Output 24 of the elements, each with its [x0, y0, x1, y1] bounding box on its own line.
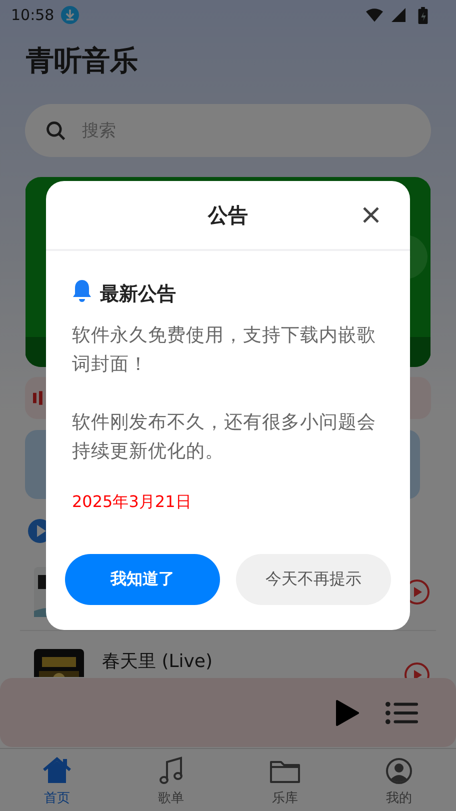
playlist-icon[interactable] — [385, 700, 418, 724]
announcement-date: 2025年3月21日 — [72, 492, 192, 513]
song-title: 春天里 (Live) — [102, 650, 214, 673]
status-time: 10:58 — [11, 6, 54, 24]
profile-icon — [383, 755, 415, 787]
close-icon — [362, 206, 380, 224]
announcement-text: 软件刚发布不久，还有很多小问题会持续更新优化的。 — [72, 411, 377, 464]
close-button[interactable] — [362, 206, 380, 224]
dialog-title: 公告 — [208, 202, 248, 228]
wifi-icon — [366, 8, 383, 22]
download-icon — [61, 6, 80, 24]
dismiss-button[interactable]: 今天不再提示 — [236, 554, 391, 605]
nav-tab[interactable]: 我的 — [342, 749, 456, 811]
nav-tab[interactable]: 乐库 — [228, 749, 342, 811]
nav-tab[interactable]: 歌单 — [114, 749, 228, 811]
section-heading: 最新公告 — [100, 282, 176, 307]
nav-tab[interactable]: 首页 — [0, 749, 114, 811]
battery-icon — [418, 6, 428, 24]
confirm-button[interactable]: 我知道了 — [65, 554, 220, 605]
bell-icon — [72, 279, 92, 303]
signal-icon — [390, 8, 407, 22]
app-title: 青听音乐 — [26, 43, 139, 79]
search-icon — [45, 120, 67, 142]
announcement-text: 软件永久免费使用，支持下载内嵌歌词封面！ — [72, 324, 377, 377]
